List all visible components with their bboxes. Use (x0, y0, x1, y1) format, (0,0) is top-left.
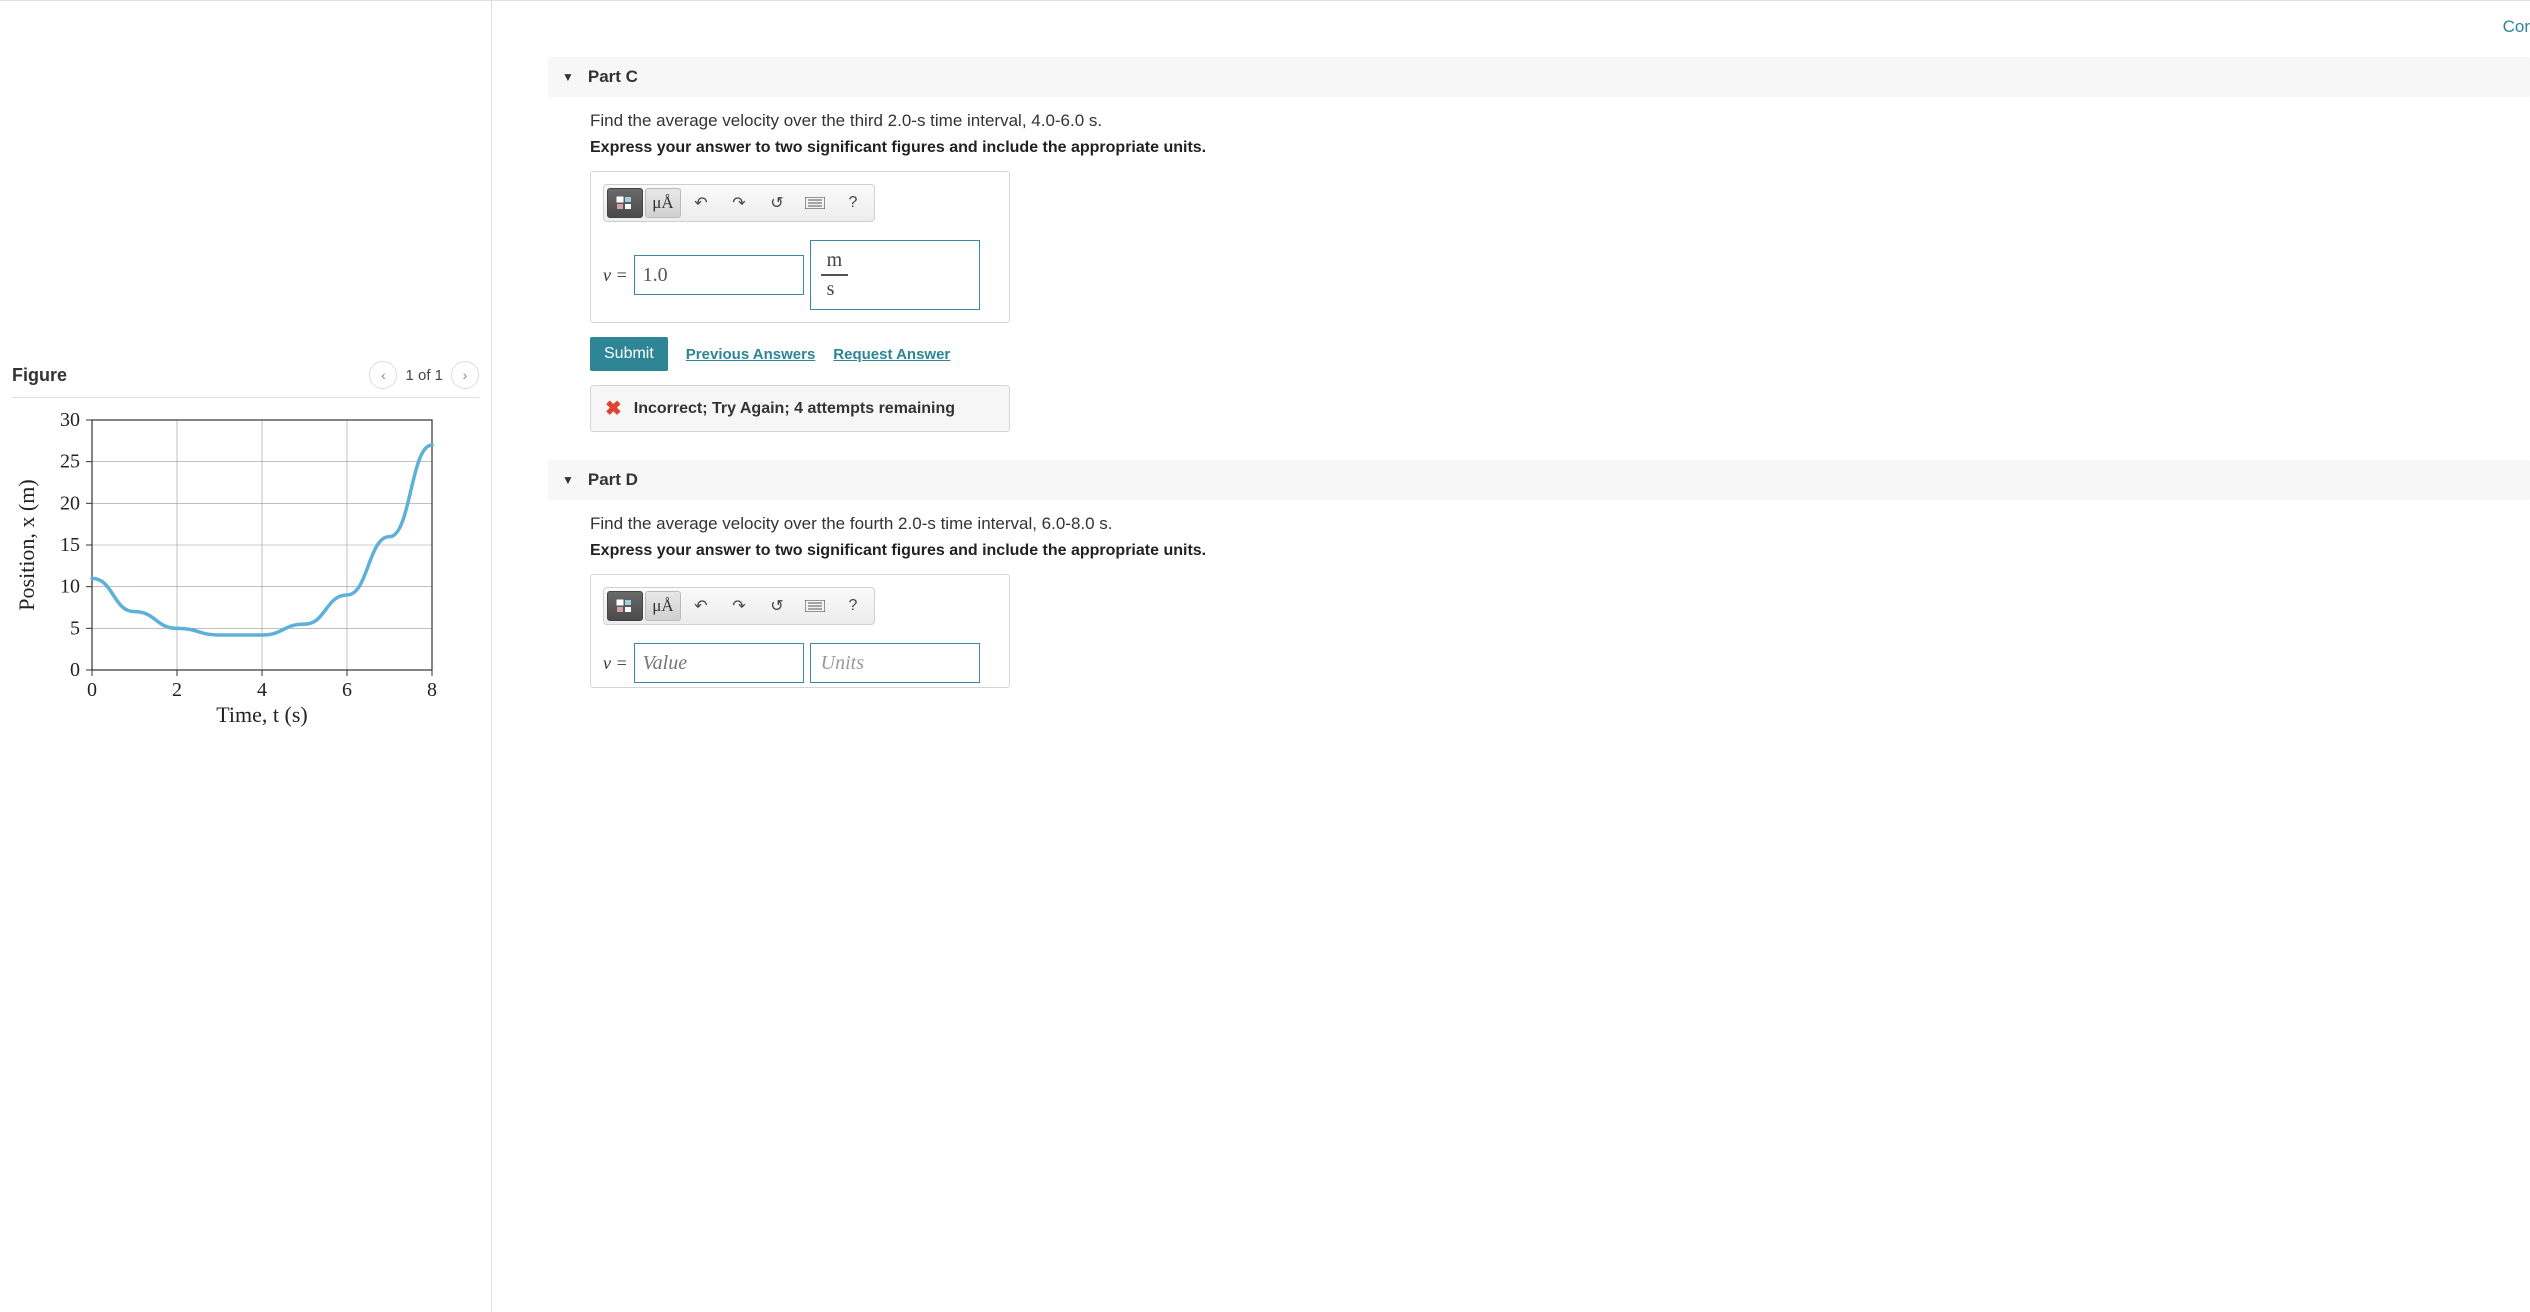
part-c-instruction: Express your answer to two significant f… (590, 139, 2530, 157)
part-d-prompt: Find the average velocity over the fourt… (590, 514, 2530, 534)
request-answer-link-c[interactable]: Request Answer (833, 346, 950, 363)
svg-text:6: 6 (342, 679, 352, 701)
redo-icon[interactable]: ↷ (721, 188, 757, 218)
part-c-body: Find the average velocity over the third… (548, 97, 2530, 432)
part-c: ▼ Part C Find the average velocity over … (548, 57, 2530, 432)
equation-toolbar-c: μÅ ↶ ↷ ↺ ? (603, 184, 875, 222)
part-c-header[interactable]: ▼ Part C (548, 57, 2530, 97)
symbols-button[interactable]: μÅ (645, 188, 681, 218)
part-c-prompt: Find the average velocity over the third… (590, 111, 2530, 131)
svg-text:0: 0 (87, 679, 97, 701)
figure-title: Figure (12, 365, 67, 386)
figure-counter: 1 of 1 (405, 367, 443, 384)
reset-icon[interactable]: ↺ (759, 591, 795, 621)
figure-header: Figure ‹ 1 of 1 › (12, 361, 479, 398)
svg-text:5: 5 (70, 617, 80, 639)
left-column: Figure ‹ 1 of 1 › 0 2 4 6 8 0 5 10 15 20 25 30 Time,… (0, 1, 492, 1312)
input-row-c: v = m s (603, 240, 997, 310)
part-d-title: Part D (588, 470, 638, 490)
value-input-c[interactable] (634, 255, 804, 295)
part-d-header[interactable]: ▼ Part D (548, 460, 2530, 500)
reset-icon[interactable]: ↺ (759, 188, 795, 218)
unit-box-c[interactable]: m s (810, 240, 980, 310)
prev-figure-button[interactable]: ‹ (369, 361, 397, 389)
feedback-text-c: Incorrect; Try Again; 4 attempts remaini… (634, 400, 955, 418)
symbols-button[interactable]: μÅ (645, 591, 681, 621)
corner-label: Cor (2503, 17, 2530, 37)
help-icon[interactable]: ? (835, 188, 871, 218)
action-row-c: Submit Previous Answers Request Answer (590, 337, 2530, 371)
svg-text:8: 8 (427, 679, 437, 701)
part-d-body: Find the average velocity over the fourt… (548, 500, 2530, 688)
svg-text:25: 25 (60, 451, 80, 473)
answer-box-d: μÅ ↶ ↷ ↺ ? v = Units (590, 574, 1010, 688)
unit-numer-c: m (821, 249, 849, 276)
help-icon[interactable]: ? (835, 591, 871, 621)
position-time-chart: 0 2 4 6 8 0 5 10 15 20 25 30 Time, t (s) Position, x … (12, 410, 452, 730)
caret-down-icon: ▼ (562, 473, 574, 487)
svg-text:15: 15 (60, 534, 80, 556)
incorrect-icon: ✖ (605, 396, 622, 421)
feedback-c: ✖ Incorrect; Try Again; 4 attempts remai… (590, 385, 1010, 432)
previous-answers-link-c[interactable]: Previous Answers (686, 346, 816, 363)
redo-icon[interactable]: ↷ (721, 591, 757, 621)
caret-down-icon: ▼ (562, 70, 574, 84)
var-label-d: v = (603, 653, 628, 674)
unit-box-d[interactable]: Units (810, 643, 980, 683)
figure-body: 0 2 4 6 8 0 5 10 15 20 25 30 Time, t (s) Position, x … (12, 398, 479, 735)
keyboard-icon[interactable] (797, 591, 833, 621)
svg-text:0: 0 (70, 659, 80, 681)
part-d: ▼ Part D Find the average velocity over … (548, 460, 2530, 688)
submit-button-c[interactable]: Submit (590, 337, 668, 371)
svg-text:20: 20 (60, 492, 80, 514)
part-d-instruction: Express your answer to two significant f… (590, 542, 2530, 560)
right-column: Cor ▼ Part C Find the average velocity o… (492, 1, 2530, 1312)
var-label-c: v = (603, 265, 628, 286)
svg-text:Time, t (s): Time, t (s) (216, 702, 307, 727)
figure-nav: ‹ 1 of 1 › (369, 361, 479, 389)
svg-text:2: 2 (172, 679, 182, 701)
input-row-d: v = Units (603, 643, 997, 683)
keyboard-icon[interactable] (797, 188, 833, 218)
next-figure-button[interactable]: › (451, 361, 479, 389)
template-icon[interactable] (607, 188, 643, 218)
value-input-d[interactable] (634, 643, 804, 683)
svg-text:30: 30 (60, 410, 80, 431)
svg-text:4: 4 (257, 679, 267, 701)
unit-denom-c: s (821, 276, 841, 301)
part-c-title: Part C (588, 67, 638, 87)
undo-icon[interactable]: ↶ (683, 188, 719, 218)
page-root: Figure ‹ 1 of 1 › 0 2 4 6 8 0 5 10 15 20 25 30 Time,… (0, 0, 2530, 1312)
equation-toolbar-d: μÅ ↶ ↷ ↺ ? (603, 587, 875, 625)
svg-text:10: 10 (60, 576, 80, 598)
undo-icon[interactable]: ↶ (683, 591, 719, 621)
answer-box-c: μÅ ↶ ↷ ↺ ? v = m (590, 171, 1010, 323)
template-icon[interactable] (607, 591, 643, 621)
svg-text:Position, x (m): Position, x (m) (14, 479, 39, 610)
